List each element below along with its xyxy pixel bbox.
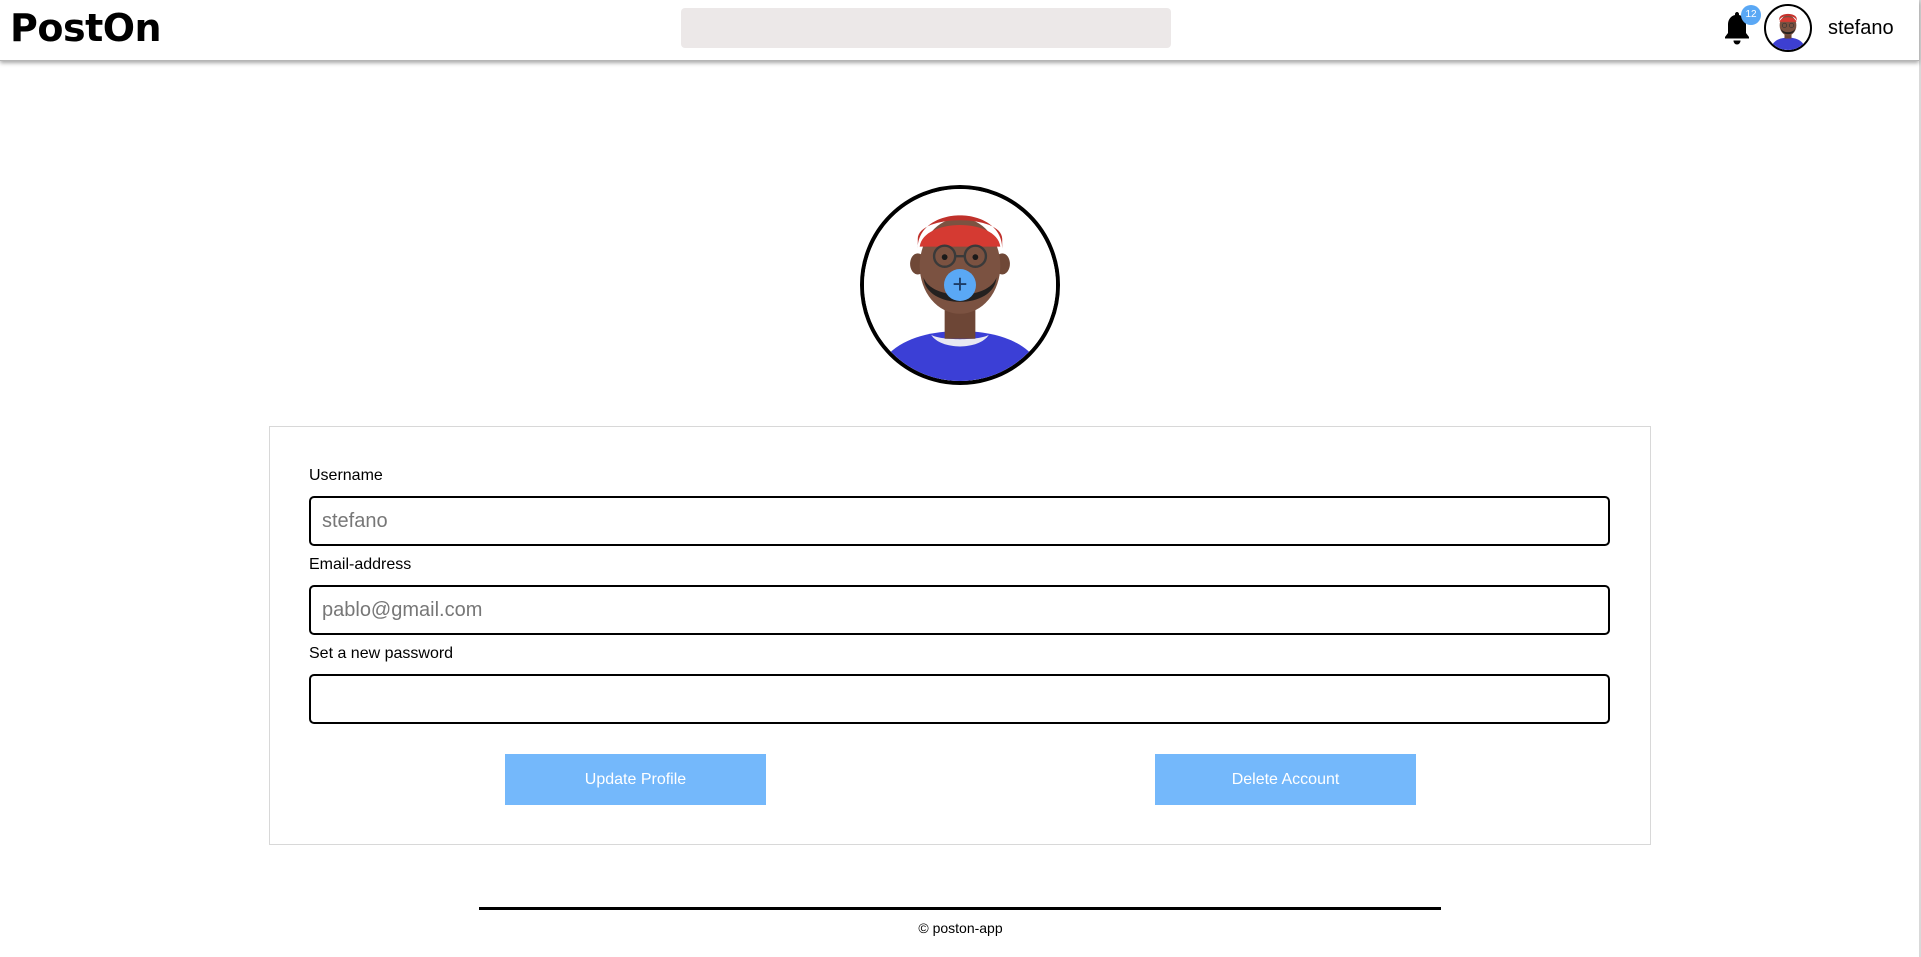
username-input[interactable] [309, 496, 1610, 546]
footer-copyright: © poston-app [918, 920, 1003, 936]
profile-form-card [269, 426, 1651, 845]
email-input[interactable] [309, 585, 1610, 635]
user-avatar[interactable] [1764, 4, 1812, 52]
search-input[interactable] [681, 8, 1171, 48]
top-navbar: PostOn 12 stefano [0, 0, 1919, 61]
email-label: Email-address [309, 556, 412, 573]
brand-logo[interactable]: PostOn [10, 4, 162, 52]
update-profile-button[interactable]: Update Profile [505, 754, 766, 805]
password-label: Set a new password [309, 645, 454, 662]
username-label: Username [309, 467, 383, 484]
page: PostOn 12 stefano + Username stefano Ema… [0, 0, 1921, 957]
header-username[interactable]: stefano [1828, 14, 1894, 42]
add-photo-button[interactable]: + [944, 269, 976, 301]
footer-divider [479, 907, 1441, 910]
delete-account-button[interactable]: Delete Account [1155, 754, 1416, 805]
password-input[interactable] [309, 674, 1610, 724]
notification-badge: 12 [1741, 5, 1761, 25]
